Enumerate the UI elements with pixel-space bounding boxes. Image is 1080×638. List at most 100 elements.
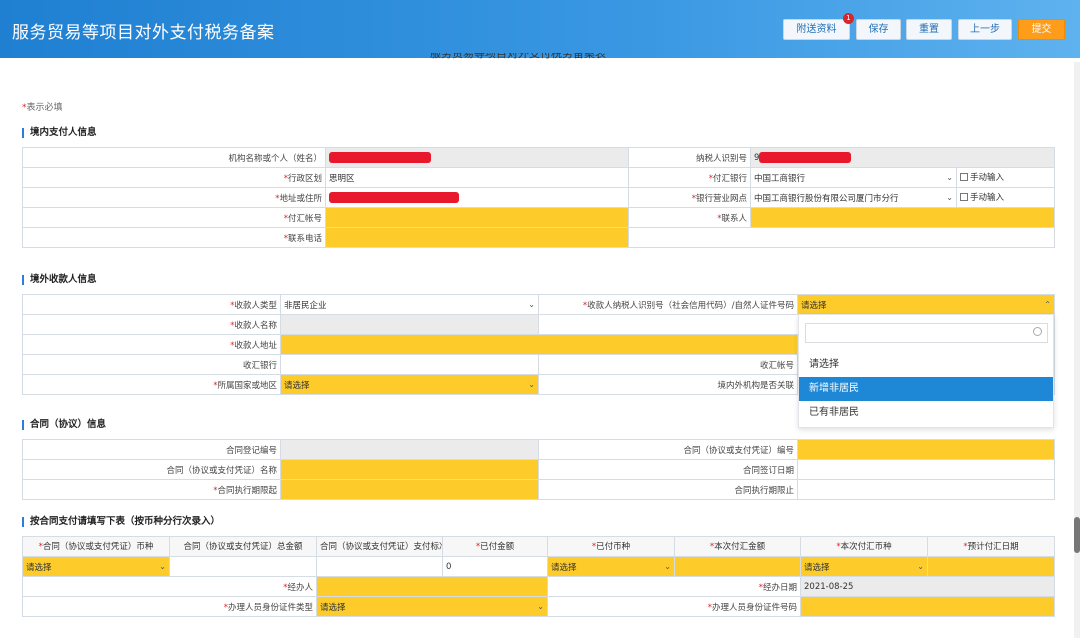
- col-header-this-currency: *本次付汇币种: [800, 536, 928, 557]
- id-type-label: *办理人员身份证件类型: [22, 596, 317, 617]
- remit-bank-label: *付汇银行: [628, 167, 751, 188]
- branch-label: *银行营业网点: [628, 187, 751, 208]
- dropdown-option[interactable]: 新增非居民: [799, 377, 1053, 401]
- receiving-account-label: 收汇帐号: [538, 354, 798, 375]
- this-amount-input[interactable]: [674, 556, 801, 577]
- related-label: 境内外机构是否关联: [538, 374, 798, 395]
- currency-select[interactable]: 请选择 ⌄: [22, 556, 170, 577]
- contract-no-label: 合同（协议或支付凭证）编号: [538, 439, 798, 460]
- required-note: *表示必填: [22, 100, 63, 113]
- expected-date-input[interactable]: [927, 556, 1055, 577]
- col-header-currency: *合同（协议或支付凭证）币种: [22, 536, 170, 557]
- taxpayer-id-field[interactable]: 9: [749, 147, 1056, 168]
- address-field[interactable]: [325, 187, 629, 208]
- chevron-down-icon: ⌄: [917, 562, 924, 571]
- search-icon: [1033, 327, 1042, 336]
- payment-table: *合同（协议或支付凭证）币种 合同（协议或支付凭证）总金额 合同（协议或支付凭证…: [22, 536, 1055, 617]
- col-header-expected-date: *预计付汇日期: [927, 536, 1055, 557]
- dropdown-search-input[interactable]: [805, 323, 1048, 343]
- payee-id-select[interactable]: 请选择 ⌃: [797, 294, 1055, 315]
- chevron-down-icon: ⌄: [528, 300, 535, 309]
- payee-name-label: *收款人名称: [22, 314, 281, 335]
- reg-no-label: 合同登记编号: [22, 439, 281, 460]
- org-name-label: 机构名称或个人（姓名）: [22, 147, 326, 168]
- payee-name-field[interactable]: [280, 314, 539, 335]
- required-note-text: 表示必填: [26, 103, 63, 113]
- account-label: *付汇帐号: [22, 207, 326, 228]
- handle-date-field[interactable]: 2021-08-25: [800, 576, 1055, 597]
- org-name-field[interactable]: [325, 147, 629, 168]
- empty-cell: [627, 227, 1056, 248]
- contact-label: *联系人: [628, 207, 751, 228]
- chevron-down-icon: ⌄: [664, 562, 671, 571]
- checkbox-icon: [960, 173, 968, 181]
- section-contract: 合同（协议）信息: [22, 420, 106, 430]
- payee-address-input[interactable]: [280, 334, 798, 355]
- branch-manual-checkbox[interactable]: 手动输入: [955, 187, 1056, 208]
- section-foreign-payee: 境外收款人信息: [22, 275, 97, 285]
- chevron-down-icon: ⌄: [946, 193, 953, 202]
- handler-input[interactable]: [316, 576, 548, 597]
- attach-count-badge: 1: [843, 13, 854, 24]
- payee-id-label: *收款人纳税人识别号（社会信用代码）/自然人证件号码: [538, 294, 798, 315]
- id-no-label: *办理人员身份证件号码: [547, 596, 801, 617]
- section-payment: 按合同支付请填写下表（按币种分行次录入）: [22, 517, 220, 527]
- section-domestic-payer: 境内支付人信息: [22, 128, 97, 138]
- redaction-mark: [759, 152, 852, 163]
- chevron-down-icon: ⌄: [528, 380, 535, 389]
- vertical-scrollbar-thumb[interactable]: [1074, 517, 1080, 553]
- remit-bank-manual-checkbox[interactable]: 手动输入: [955, 167, 1056, 188]
- contract-table: 合同登记编号 合同（协议或支付凭证）编号 合同（协议或支付凭证）名称 合同签订日…: [22, 439, 1055, 500]
- total-amount-input[interactable]: [169, 556, 317, 577]
- district-field[interactable]: 思明区: [325, 167, 629, 188]
- previous-step-button[interactable]: 上一步: [958, 19, 1012, 40]
- standard-input[interactable]: [316, 556, 443, 577]
- dropdown-option[interactable]: 请选择: [799, 353, 1053, 377]
- exec-end-label: 合同执行期限止: [538, 479, 798, 500]
- receiving-bank-input[interactable]: [280, 354, 539, 375]
- sign-date-label: 合同签订日期: [538, 459, 798, 480]
- reset-button[interactable]: 重置: [906, 19, 952, 40]
- save-button[interactable]: 保存: [856, 19, 901, 40]
- remit-bank-select[interactable]: 中国工商银行 ⌄: [750, 167, 957, 188]
- exec-start-input[interactable]: [280, 479, 539, 500]
- exec-end-input[interactable]: [797, 479, 1055, 500]
- contract-no-input[interactable]: [797, 439, 1055, 460]
- district-label: *行政区划: [22, 167, 326, 188]
- chevron-down-icon: ⌄: [946, 173, 953, 182]
- page-title: 服务贸易等项目对外支付税务备案: [12, 23, 275, 43]
- handle-date-label: *经办日期: [547, 576, 801, 597]
- taxpayer-id-label: 纳税人识别号: [628, 147, 751, 168]
- payee-address-label: *收款人地址: [22, 334, 281, 355]
- phone-input[interactable]: [325, 227, 629, 248]
- contact-input[interactable]: [749, 207, 1056, 228]
- redaction-mark: [329, 152, 431, 163]
- col-header-total: 合同（协议或支付凭证）总金额: [169, 536, 317, 557]
- redaction-mark: [329, 192, 459, 203]
- account-input[interactable]: [325, 207, 629, 228]
- payee-type-select[interactable]: 非居民企业 ⌄: [280, 294, 539, 315]
- chevron-up-icon: ⌃: [1044, 300, 1051, 309]
- contract-name-input[interactable]: [280, 459, 539, 480]
- attach-materials-button[interactable]: 附送资料: [783, 19, 850, 40]
- form-title: 服务贸易等项目对外支付税务备案表: [430, 53, 606, 60]
- submit-button[interactable]: 提交: [1018, 19, 1065, 40]
- id-no-input[interactable]: [800, 596, 1055, 617]
- receiving-bank-label: 收汇银行: [22, 354, 281, 375]
- country-select[interactable]: 请选择 ⌄: [280, 374, 539, 395]
- sign-date-input[interactable]: [797, 459, 1055, 480]
- col-header-paid-currency: *已付币种: [547, 536, 675, 557]
- branch-select[interactable]: 中国工商银行股份有限公司厦门市分行 ⌄: [750, 187, 957, 208]
- address-label: *地址或住所: [22, 187, 326, 208]
- paid-amount-input[interactable]: 0: [442, 556, 548, 577]
- dropdown-option[interactable]: 已有非居民: [799, 401, 1053, 425]
- paid-currency-select[interactable]: 请选择 ⌄: [547, 556, 675, 577]
- domestic-payer-table: 机构名称或个人（姓名） 纳税人识别号 9 *行政区划 思明区 *付汇银行 中国工…: [22, 147, 1056, 248]
- reg-no-field[interactable]: [280, 439, 539, 460]
- chevron-down-icon: ⌄: [537, 602, 544, 611]
- this-currency-select[interactable]: 请选择 ⌄: [800, 556, 928, 577]
- contract-name-label: 合同（协议或支付凭证）名称: [22, 459, 281, 480]
- checkbox-icon: [960, 193, 968, 201]
- phone-label: *联系电话: [22, 227, 326, 248]
- id-type-select[interactable]: 请选择 ⌄: [316, 596, 548, 617]
